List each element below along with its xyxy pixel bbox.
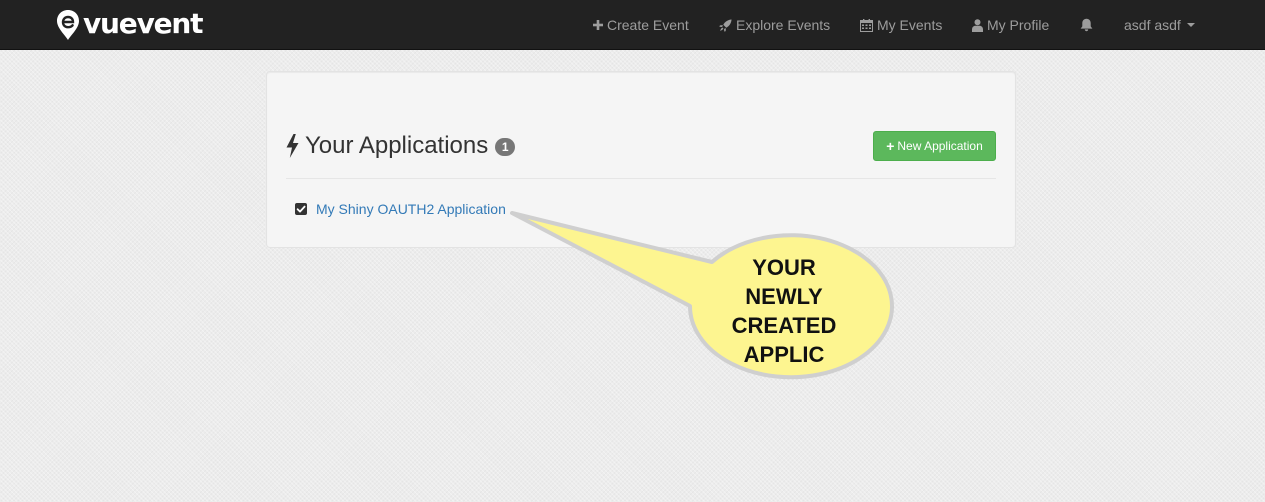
nav-my-events[interactable]: My Events [860,0,942,50]
applications-count-badge: 1 [495,138,516,156]
brand-logo[interactable]: vuevent [56,7,204,42]
user-menu-label: asdf asdf [1124,17,1181,33]
checked-box-icon [295,203,307,215]
nav-my-profile-label: My Profile [987,17,1050,33]
callout-text: YOUR NEWLY CREATED APPLIC [704,253,864,369]
callout-line: CREATED [731,313,837,338]
divider [286,178,996,179]
nav-explore-events[interactable]: Explore Events [719,0,830,50]
list-item: My Shiny OAUTH2 Application [295,199,506,219]
brand-pin-icon [57,10,79,40]
callout-line: NEWLY [745,284,823,309]
bell-icon [1080,18,1093,32]
applications-panel: Your Applications 1 + New Application My… [266,71,1016,248]
plus-icon [593,20,603,30]
nav-explore-events-label: Explore Events [736,17,831,33]
callout-line: APPLIC [743,342,825,367]
user-menu-dropdown[interactable]: asdf asdf [1124,0,1195,50]
bolt-icon [286,134,299,158]
calendar-icon [860,18,873,32]
rocket-icon [719,18,732,32]
caret-down-icon [1186,23,1195,27]
callout-line: YOUR [752,255,816,280]
top-navbar: vuevent Create Event Explore Events My E… [0,0,1265,50]
notifications-button[interactable] [1080,0,1097,50]
plus-icon: + [886,138,895,154]
application-link[interactable]: My Shiny OAUTH2 Application [316,201,506,217]
nav-my-events-label: My Events [877,17,943,33]
brand-name: vuevent [83,7,204,40]
nav-create-event-label: Create Event [607,17,689,33]
nav-my-profile[interactable]: My Profile [972,0,1049,50]
page-title: Your Applications 1 [286,131,516,161]
page-title-text: Your Applications [305,132,489,159]
nav-create-event[interactable]: Create Event [593,0,689,50]
new-application-label: New Application [897,139,983,153]
new-application-button[interactable]: + New Application [873,131,996,161]
user-icon [972,18,983,32]
